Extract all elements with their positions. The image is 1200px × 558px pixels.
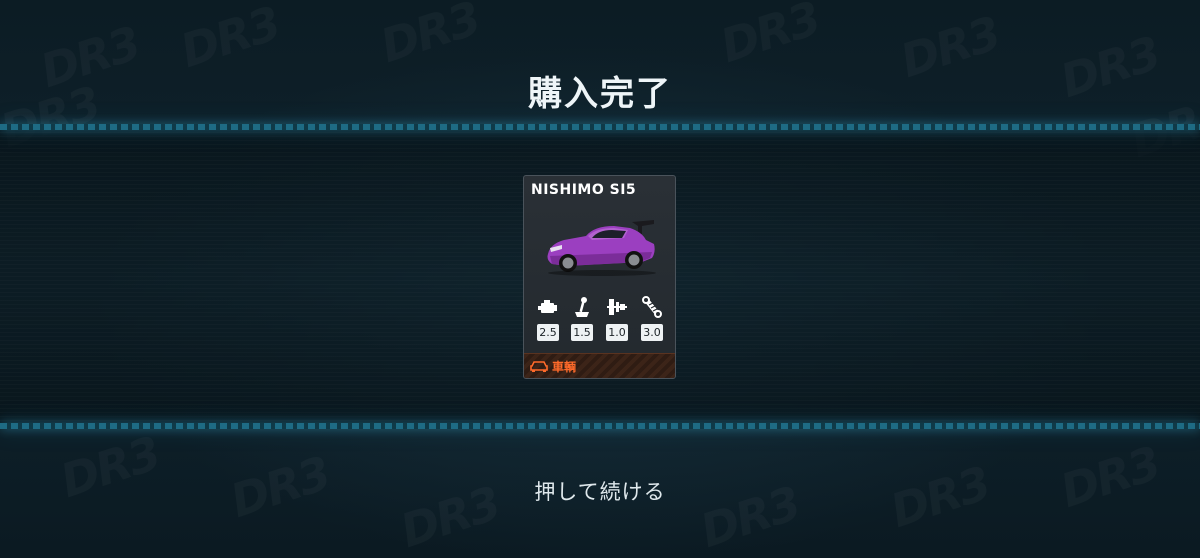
- stat-value: 3.0: [641, 324, 663, 341]
- category-label: 車輌: [552, 360, 577, 374]
- top-divider-stripe: [0, 124, 1200, 130]
- bottom-divider-stripe: [0, 423, 1200, 429]
- car-name: NISHIMO SI5: [531, 182, 637, 198]
- page-title: 購入完了: [528, 74, 672, 114]
- stat-value: 1.0: [606, 324, 628, 341]
- engine-icon: [538, 300, 557, 313]
- car-image: [542, 216, 660, 278]
- brake-icon: [607, 299, 627, 315]
- stat-engine: 2.5: [536, 296, 560, 341]
- stat-value: 2.5: [537, 324, 559, 341]
- suspension-icon: [642, 296, 662, 318]
- continue-prompt[interactable]: 押して続ける: [0, 476, 1200, 506]
- stat-suspension: 3.0: [640, 296, 664, 341]
- car-icon: [530, 361, 548, 372]
- stat-brakes: 1.0: [605, 296, 629, 341]
- car-stats: 2.5 1.5 1.0 3.0: [524, 296, 675, 348]
- gear-shifter-icon: [575, 297, 589, 317]
- card-category-bar: 車輌: [524, 353, 675, 378]
- car-illustration: [547, 220, 656, 276]
- stat-transmission: 1.5: [570, 296, 594, 341]
- car-card[interactable]: NISHIMO SI5 2.5 1.5 1.0 3.0 車輌: [523, 175, 676, 379]
- stat-value: 1.5: [571, 324, 593, 341]
